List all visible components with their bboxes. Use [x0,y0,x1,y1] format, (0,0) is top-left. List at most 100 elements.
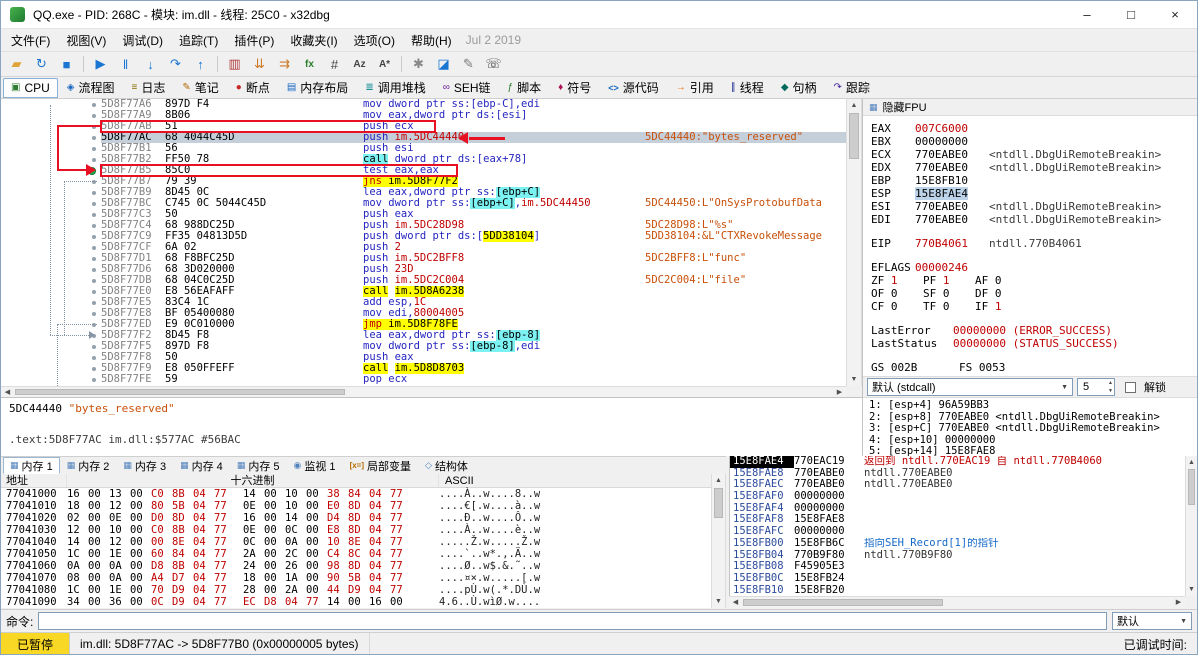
disasm-row[interactable]: 5D8F77C9 FF35 04813D5D push dword ptr ds:[… [1,231,846,242]
scroll-left-icon[interactable]: ◀ [729,597,742,608]
breakpoint-gutter[interactable] [1,198,101,209]
disasm-row[interactable]: 5D8F77FE 59 pop ecx [1,374,846,385]
disasm-row[interactable]: 5D8F77D1 68 F8BFC25D push im.5DC2BFF8 5DC2B… [1,253,846,264]
tab-call-stack[interactable]: ≣ 调用堆栈 [357,78,433,98]
tab-trace[interactable]: ↷ 跟踪 [826,78,878,98]
disasm-row[interactable]: 5D8F77AC 68 4044C45D push im.5DC44440 5DC44… [1,132,846,143]
register-row[interactable]: LastStatus 00000000 (STATUS_SUCCESS) [871,337,1197,350]
stack-row[interactable]: 15E8FAF8 15E8FAE8 [730,514,1185,526]
register-row[interactable]: ESP 15E8FAE4 [871,187,1197,200]
trace-into-icon[interactable]: ⇊ [248,54,271,75]
database-icon[interactable]: ▥ [223,54,246,75]
breakpoint-gutter[interactable] [1,308,101,319]
strings-az-icon[interactable]: Az [348,54,371,75]
topmost-icon[interactable]: ◪ [432,54,455,75]
dump-row[interactable]: 77041000 16 00 13 00 C0 8B 04 77 14 00 10 00 38 84 04 77… [1,488,711,500]
stack-row[interactable]: 15E8FAE8 770EABE0 ntdll.770EABE0 [730,468,1185,480]
run-icon[interactable]: ▶ [89,54,112,75]
breakpoint-gutter[interactable] [1,341,101,352]
tab-dump-3[interactable]: ▦ 内存 3 [116,457,173,474]
stack-row[interactable]: 15E8FB10 15E8FB20 [730,585,1185,596]
argument-row[interactable]: 1: [esp+4] 96A59BB3 [869,399,1197,412]
scroll-right-icon[interactable]: ▶ [833,387,846,397]
breakpoint-gutter[interactable] [1,242,101,253]
menu-favourites[interactable]: 收藏夹(I) [282,30,345,51]
step-out-icon[interactable]: ↑ [189,54,212,75]
scroll-thumb[interactable] [743,599,943,606]
scroll-up-icon[interactable]: ▲ [712,474,725,487]
disasm-row[interactable]: 5D8F77E5 83C4 1C add esp,1C [1,297,846,308]
disasm-row[interactable]: 5D8F77F9 E8 050FFEFF call im.5D8D8703 [1,363,846,374]
scroll-left-icon[interactable]: ◀ [1,387,14,397]
tab-references[interactable]: → 引用 [668,78,722,98]
menu-view[interactable]: 视图(V) [58,30,114,51]
tab-dump-2[interactable]: ▦ 内存 2 [60,457,117,474]
menu-plugins[interactable]: 插件(P) [226,30,282,51]
disasm-row[interactable]: 5D8F77A6 897D F4 mov dword ptr ss:[ebp-C],… [1,99,846,110]
menu-debug[interactable]: 调试(D) [114,30,171,51]
stack-row[interactable]: 15E8FAF4 00000000 [730,503,1185,515]
breakpoint-gutter[interactable] [1,220,101,231]
breakpoint-gutter[interactable] [1,143,101,154]
register-row[interactable]: EBX 00000000 [871,135,1197,148]
menu-file[interactable]: 文件(F) [3,30,58,51]
tab-seh[interactable]: ∞ SEH链 [435,78,499,98]
disasm-row[interactable]: 5D8F77C4 68 988DC25D push im.5DC28D98 5DC28… [1,220,846,231]
stack-row[interactable]: 15E8FB0C 15E8FB24 [730,573,1185,585]
disasm-row[interactable]: 5D8F77F5 897D F8 mov dword ptr ss:[ebp-8],… [1,341,846,352]
breakpoint-gutter[interactable] [1,374,101,385]
dump-row[interactable]: 77041010 18 00 12 00 80 5B 04 77 0E 00 10 00 E0 8D 04 77… [1,500,711,512]
breakpoint-gutter[interactable] [1,187,101,198]
notes-edit-icon[interactable]: ✎ [457,54,480,75]
tab-source[interactable]: <> 源代码 [600,78,667,98]
dump-row[interactable]: 77041050 1C 00 1E 00 60 84 04 77 2A 00 2C 00 C4 8C 04 77… [1,548,711,560]
stack-row[interactable]: 15E8FAFC 00000000 [730,526,1185,538]
dump-row[interactable]: 77041020 02 00 0E 00 D0 8D 04 77 16 00 14 00 D4 8D 04 77… [1,512,711,524]
register-row[interactable]: EDI 770EABE0 <ntdll.DbgUiRemoteBreakin> [871,213,1197,226]
breakpoint-gutter[interactable] [1,99,101,110]
argument-row[interactable]: 3: [esp+C] 770EABE0 <ntdll.DbgUiRemoteBr… [869,422,1197,435]
scroll-down-icon[interactable]: ▼ [1186,583,1197,596]
tab-watch-1[interactable]: ◉ 监视 1 [287,457,343,474]
tab-breakpoints[interactable]: ● 断点 [228,78,278,98]
disassembly-panel[interactable]: 5D8F77A6 897D F4 mov dword ptr ss:[ebp-C],… [1,99,846,386]
breakpoint-gutter[interactable] [1,110,101,121]
tab-log[interactable]: ≡ 日志 [124,78,174,98]
flags-row[interactable]: CF 0 TF 0 IF 1 [871,300,1197,313]
unlock-checkbox[interactable] [1125,381,1136,393]
scroll-down-icon[interactable]: ▼ [847,373,861,386]
step-over-icon[interactable]: ↷ [164,54,187,75]
flags-row[interactable]: ZF 1 PF 1 AF 0 [871,274,1197,287]
stack-row[interactable]: 15E8FAE4 770EAC19 返回到 ntdll.770EAC19 自 ntd… [730,456,1185,468]
disasm-row[interactable]: 5D8F77F2 8D45 F8 lea eax,dword ptr ss:[ebp… [1,330,846,341]
disasm-row[interactable]: 5D8F77F8 50 push eax [1,352,846,363]
breakpoint-gutter[interactable] [1,209,101,220]
maximize-button[interactable]: □ [1109,1,1153,28]
tab-threads[interactable]: ∥ 线程 [723,78,772,98]
spinner-arrows-icon[interactable]: ▲ ▼ [1108,379,1113,395]
pause-icon[interactable]: ‖ [114,54,137,75]
breakpoint-gutter[interactable] [1,286,101,297]
hash-icon[interactable]: # [323,54,346,75]
flags-row[interactable]: GS 002B FS 0053 [871,361,1197,374]
tab-locals[interactable]: [x=] 局部变量 [343,457,418,474]
step-into-icon[interactable]: ↓ [139,54,162,75]
tab-cpu[interactable]: ▣ CPU [3,77,58,98]
scroll-thumb[interactable] [1188,469,1195,505]
menu-trace[interactable]: 追踪(T) [171,30,226,51]
scroll-right-icon[interactable]: ▶ [1172,597,1185,608]
stack-row[interactable]: 15E8FB00 15E8FB6C 指向SEH_Record[1]的指针 [730,538,1185,550]
dump-row[interactable]: 77041090 34 00 36 00 0C D9 04 77 EC D8 04 77 14 00 16 00… [1,596,711,608]
minimize-button[interactable]: – [1065,1,1109,28]
disasm-row[interactable]: 5D8F77CF 6A 02 push 2 [1,242,846,253]
disasm-row[interactable]: 5D8F77ED E9 0C010000 jmp im.5D8F78FE [1,319,846,330]
scroll-thumb[interactable] [714,488,723,518]
breakpoint-gutter[interactable] [1,253,101,264]
tab-struct[interactable]: ◇ 结构体 [418,457,475,474]
breakpoint-gutter[interactable] [1,264,101,275]
register-row[interactable]: EBP 15E8FB10 [871,174,1197,187]
tab-notes[interactable]: ✎ 笔记 [174,78,226,98]
breakpoint-gutter[interactable] [1,132,101,143]
breakpoint-gutter[interactable] [1,352,101,363]
disasm-row[interactable]: 5D8F77D6 68 3D020000 push 23D [1,264,846,275]
